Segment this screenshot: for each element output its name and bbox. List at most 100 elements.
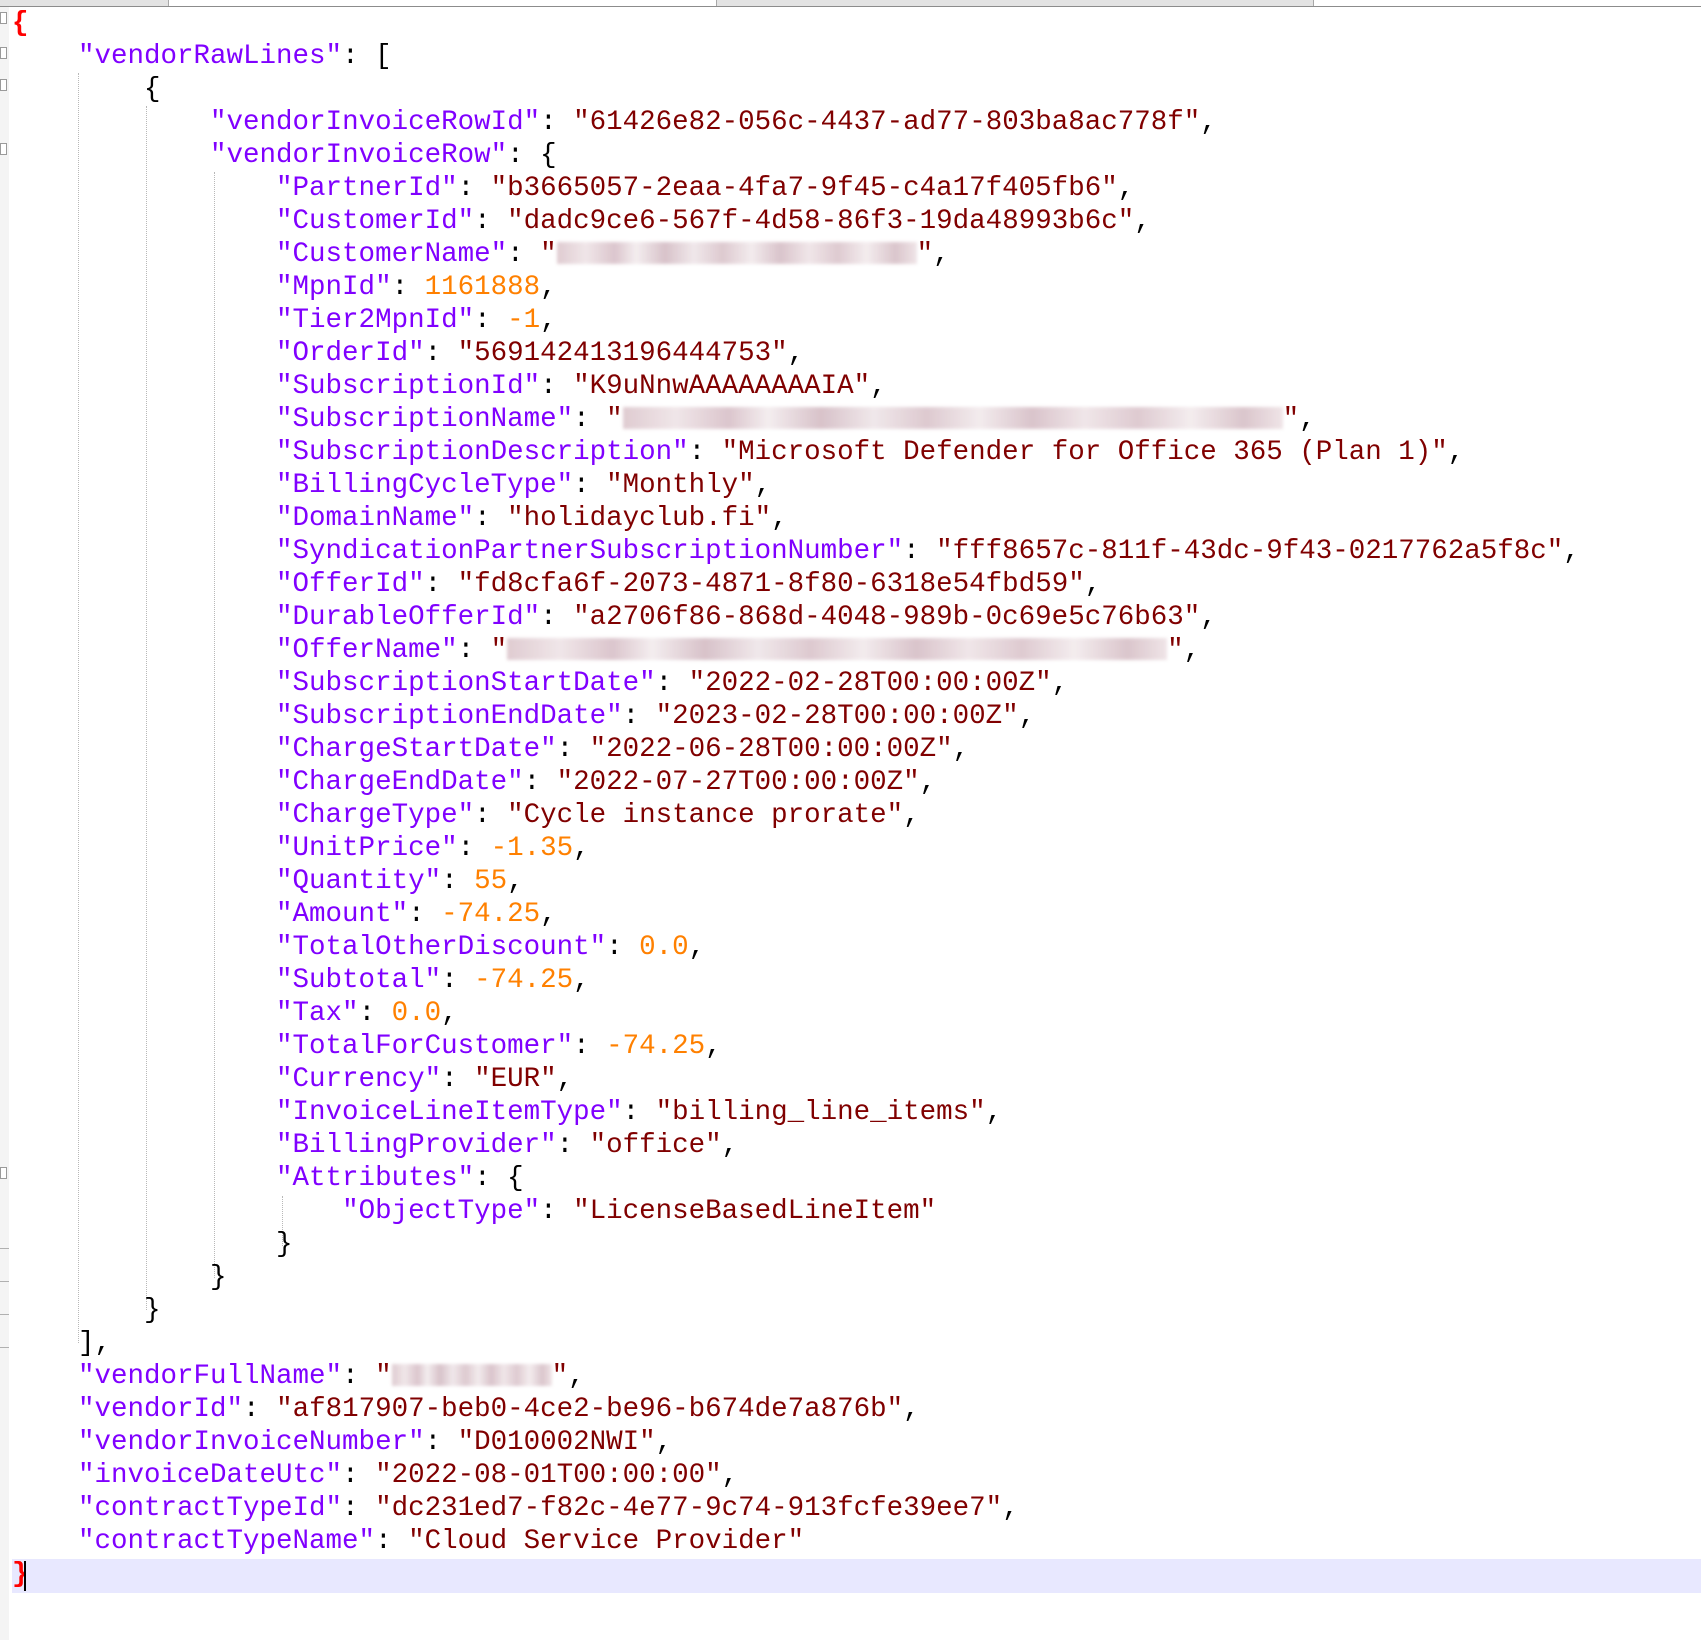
- code-line: "vendorInvoiceRow": {: [210, 140, 557, 171]
- json-key: "SubscriptionId": [276, 371, 541, 402]
- json-string: "fd8cfa6f-2073-4871-8f80-6318e54fbd59": [457, 569, 1085, 600]
- json-key: "Quantity": [276, 866, 442, 897]
- code-line: "vendorInvoiceRowId": "61426e82-056c-443…: [210, 107, 1217, 138]
- json-key: "DomainName": [276, 503, 475, 534]
- redacted-value: [507, 638, 1168, 660]
- code-line: "invoiceDateUtc": "2022-08-01T00:00:00",: [78, 1460, 739, 1491]
- json-key: "TotalOtherDiscount": [276, 932, 607, 963]
- json-key: "CustomerName": [276, 239, 508, 270]
- code-line: "SubscriptionName": " ",: [276, 404, 1316, 435]
- json-string: "61426e82-056c-4437-ad77-803ba8ac778f": [573, 107, 1201, 138]
- json-string: "a2706f86-868d-4048-989b-0c69e5c76b63": [573, 602, 1201, 633]
- code-line: {: [12, 74, 161, 105]
- code-line: "DomainName": "holidayclub.fi",: [276, 503, 788, 534]
- json-key: "MpnId": [276, 272, 392, 303]
- code-line: "DurableOfferId": "a2706f86-868d-4048-98…: [276, 602, 1217, 633]
- tab-strip: [0, 0, 1701, 7]
- code-line: "contractTypeName": "Cloud Service Provi…: [78, 1526, 805, 1557]
- json-string: "office": [589, 1130, 722, 1161]
- json-key: "Attributes": [276, 1163, 475, 1194]
- json-string: "LicenseBasedLineItem": [573, 1196, 937, 1227]
- code-line: "OrderId": "569142413196444753",: [276, 338, 805, 369]
- json-string: "holidayclub.fi": [507, 503, 772, 534]
- code-line: "CustomerName": " ",: [276, 239, 950, 270]
- json-key: "vendorFullName": [78, 1361, 343, 1392]
- code-line: "BillingCycleType": "Monthly",: [276, 470, 772, 501]
- code-line: "SubscriptionEndDate": "2023-02-28T00:00…: [276, 701, 1036, 732]
- json-number: 1161888: [424, 272, 541, 303]
- fold-end-line: [0, 1347, 9, 1348]
- json-string: "Cloud Service Provider": [408, 1526, 805, 1557]
- json-key: "SubscriptionDescription": [276, 437, 689, 468]
- json-string: "2022-02-28T00:00:00Z": [688, 668, 1052, 699]
- json-key: "contractTypeId": [78, 1493, 343, 1524]
- code-line: "InvoiceLineItemType": "billing_line_ite…: [276, 1097, 1003, 1128]
- code-line: "Tax": 0.0,: [276, 998, 458, 1029]
- json-string: "2022-06-28T00:00:00Z": [589, 734, 953, 765]
- tab-2[interactable]: [169, 0, 717, 6]
- json-key: "vendorRawLines": [78, 41, 343, 72]
- json-string: "Microsoft Defender for Office 365 (Plan…: [721, 437, 1448, 468]
- code-line: "SyndicationPartnerSubscriptionNumber": …: [276, 536, 1580, 567]
- json-key: "OfferId": [276, 569, 425, 600]
- json-key: "SyndicationPartnerSubscriptionNumber": [276, 536, 904, 567]
- code-line: "OfferId": "fd8cfa6f-2073-4871-8f80-6318…: [276, 569, 1102, 600]
- fold-end-line: [0, 1314, 9, 1315]
- json-key: "TotalForCustomer": [276, 1031, 574, 1062]
- code-line: "vendorRawLines": [: [78, 41, 392, 72]
- json-string: "dc231ed7-f82c-4e77-9c74-913fcfe39ee7": [375, 1493, 1003, 1524]
- redacted-value: [556, 242, 917, 264]
- json-string: "fff8657c-811f-43dc-9f43-0217762a5f8c": [936, 536, 1564, 567]
- code-line: "ChargeType": "Cycle instance prorate",: [276, 800, 920, 831]
- fold-gutter: [0, 7, 9, 1640]
- json-string: "dadc9ce6-567f-4d58-86f3-19da48993b6c": [507, 206, 1135, 237]
- redacted-value: [622, 407, 1283, 429]
- json-key: "InvoiceLineItemType": [276, 1097, 623, 1128]
- fold-marker-attributes[interactable]: [0, 1167, 7, 1179]
- json-string: "K9uNnwAAAAAAAAIA": [573, 371, 871, 402]
- code-line: "SubscriptionStartDate": "2022-02-28T00:…: [276, 668, 1069, 699]
- json-key: "SubscriptionStartDate": [276, 668, 656, 699]
- json-number: -74.25: [441, 899, 541, 930]
- json-string: "2023-02-28T00:00:00Z": [655, 701, 1019, 732]
- json-key: "Subtotal": [276, 965, 442, 996]
- code-line: "ChargeEndDate": "2022-07-27T00:00:00Z",: [276, 767, 937, 798]
- code-line: "BillingProvider": "office",: [276, 1130, 739, 1161]
- json-key: "ChargeEndDate": [276, 767, 524, 798]
- json-string: "EUR": [474, 1064, 557, 1095]
- tab-1[interactable]: [0, 0, 169, 6]
- json-number: -1.35: [490, 833, 574, 864]
- json-key: "contractTypeName": [78, 1526, 376, 1557]
- code-line: "Attributes": {: [276, 1163, 524, 1194]
- json-key: "DurableOfferId": [276, 602, 541, 633]
- code-line: "ObjectType": "LicenseBasedLineItem": [342, 1196, 937, 1227]
- fold-marker-vendorInvoiceRow[interactable]: [0, 143, 7, 155]
- json-key: "ChargeStartDate": [276, 734, 557, 765]
- json-key: "CustomerId": [276, 206, 475, 237]
- code-line: "CustomerId": "dadc9ce6-567f-4d58-86f3-1…: [276, 206, 1151, 237]
- json-number: -1: [507, 305, 541, 336]
- fold-marker-vendorRawLines[interactable]: [0, 47, 7, 59]
- json-key: "Amount": [276, 899, 409, 930]
- text-caret: [24, 1561, 26, 1591]
- fold-marker-root[interactable]: [0, 12, 7, 24]
- fold-marker-array-item[interactable]: [0, 79, 7, 91]
- json-key: "BillingCycleType": [276, 470, 574, 501]
- json-key: "OfferName": [276, 635, 458, 666]
- code-line: "SubscriptionDescription": "Microsoft De…: [276, 437, 1465, 468]
- open-brace: {: [12, 8, 29, 39]
- tab-3[interactable]: [717, 0, 1314, 6]
- close-brace: }: [12, 1559, 29, 1590]
- json-string: "billing_line_items": [655, 1097, 986, 1128]
- code-line: "contractTypeId": "dc231ed7-f82c-4e77-9c…: [78, 1493, 1019, 1524]
- code-line: "vendorId": "af817907-beb0-4ce2-be96-b67…: [78, 1394, 920, 1425]
- json-key: "OrderId": [276, 338, 425, 369]
- json-string: "Cycle instance prorate": [507, 800, 904, 831]
- json-key: "vendorInvoiceNumber": [78, 1427, 425, 1458]
- code-line: "Quantity": 55,: [276, 866, 524, 897]
- json-string: "D010002NWI": [457, 1427, 656, 1458]
- json-number: 0.0: [639, 932, 689, 963]
- json-key: "ObjectType": [342, 1196, 541, 1227]
- code-line: }: [12, 1262, 227, 1293]
- fold-end-line: [0, 1281, 9, 1282]
